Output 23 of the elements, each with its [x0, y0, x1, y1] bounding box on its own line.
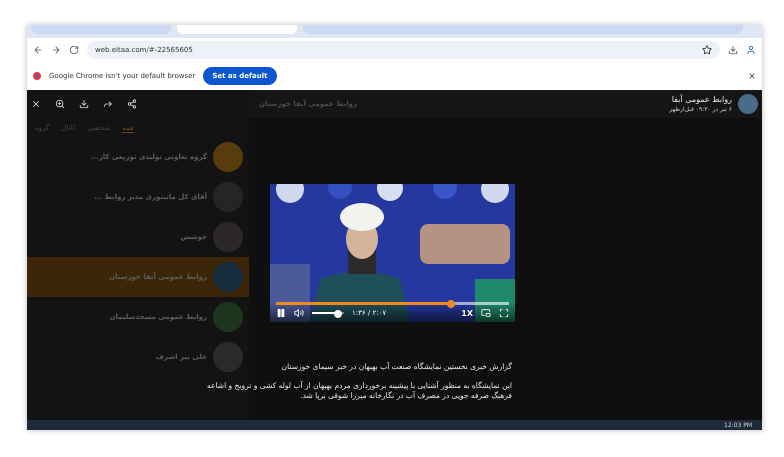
download-icon[interactable] [728, 45, 738, 55]
reload-icon[interactable] [69, 45, 79, 55]
star-icon[interactable] [702, 45, 712, 55]
picture-in-picture-icon[interactable] [481, 308, 491, 318]
fullscreen-icon[interactable] [499, 308, 509, 318]
avatar [213, 222, 243, 252]
share-icon[interactable] [127, 99, 137, 109]
volume-icon[interactable] [294, 308, 304, 318]
forward-icon[interactable] [103, 99, 113, 109]
back-icon[interactable] [33, 45, 43, 55]
download-icon[interactable] [79, 99, 89, 109]
chrome-logo-icon [33, 72, 41, 80]
close-icon[interactable] [31, 99, 41, 109]
forward-icon[interactable] [51, 45, 61, 55]
profile-icon[interactable] [746, 45, 756, 55]
avatar [213, 302, 243, 332]
close-icon[interactable] [748, 72, 756, 80]
zoom-in-icon[interactable] [55, 99, 65, 109]
avatar [213, 262, 243, 292]
avatar [213, 142, 243, 172]
author-name: روابط عمومی آبفا [670, 95, 732, 104]
speed-button[interactable]: 1X [461, 308, 473, 318]
pause-icon[interactable] [276, 308, 286, 318]
